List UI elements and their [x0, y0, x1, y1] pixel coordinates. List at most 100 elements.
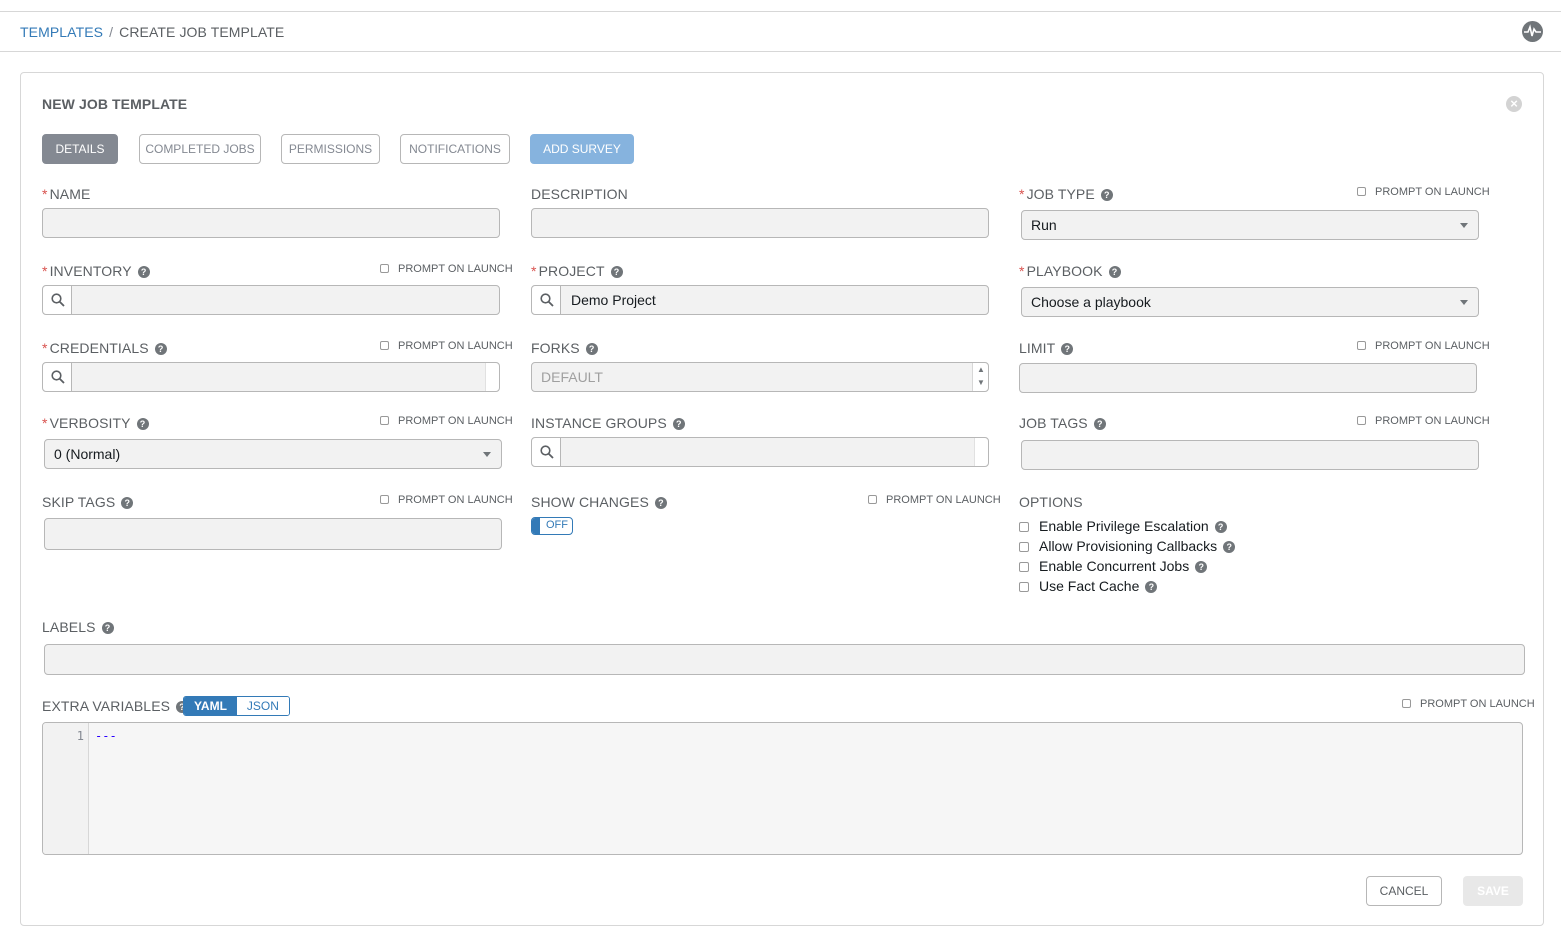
help-icon[interactable]: ? [101, 622, 114, 634]
forks-stepper[interactable]: ▲ ▼ [972, 363, 988, 391]
search-icon [540, 445, 554, 459]
credentials-prompt-on-launch[interactable]: PROMPT ON LAUNCH [380, 340, 513, 352]
checkbox-icon[interactable] [1357, 341, 1366, 350]
panel-title: NEW JOB TEMPLATE [42, 96, 188, 112]
job-template-form-panel: NEW JOB TEMPLATE × DETAILS COMPLETED JOB… [20, 72, 1544, 926]
option-privilege-escalation[interactable]: Enable Privilege Escalation? [1019, 518, 1227, 534]
help-icon[interactable]: ? [610, 266, 623, 278]
required-mark: * [42, 340, 48, 356]
help-icon[interactable]: ? [672, 418, 685, 430]
checkbox-icon[interactable] [868, 495, 877, 504]
help-icon[interactable]: ? [1145, 581, 1158, 593]
checkbox-icon[interactable] [380, 416, 389, 425]
search-button[interactable] [43, 363, 72, 391]
chevron-down-icon: ▼ [977, 378, 985, 387]
yaml-json-toggle[interactable]: YAML JSON [183, 696, 290, 716]
breadcrumb-templates-link[interactable]: TEMPLATES [20, 24, 103, 40]
add-survey-button[interactable]: ADD SURVEY [530, 134, 634, 164]
activity-stream-icon[interactable] [1522, 21, 1543, 42]
name-label: * NAME [42, 186, 91, 202]
toggle-state: OFF [546, 519, 568, 531]
forks-field[interactable]: DEFAULT [531, 362, 989, 392]
help-icon[interactable]: ? [1108, 266, 1121, 278]
checkbox-icon[interactable] [1357, 187, 1366, 196]
help-icon[interactable]: ? [1214, 521, 1227, 533]
required-mark: * [531, 263, 537, 279]
top-divider [0, 11, 1561, 12]
job-type-prompt-on-launch[interactable]: PROMPT ON LAUNCH [1357, 186, 1490, 198]
help-icon[interactable]: ? [154, 343, 167, 355]
limit-field[interactable] [1019, 363, 1477, 393]
option-provisioning-callbacks[interactable]: Allow Provisioning Callbacks? [1019, 538, 1236, 554]
option-concurrent-jobs[interactable]: Enable Concurrent Jobs? [1019, 558, 1208, 574]
inventory-prompt-on-launch[interactable]: PROMPT ON LAUNCH [380, 263, 513, 275]
help-icon[interactable]: ? [136, 418, 149, 430]
instance-groups-lookup[interactable] [531, 437, 989, 467]
help-icon[interactable]: ? [654, 497, 667, 509]
lookup-right-bar [485, 363, 499, 391]
help-icon[interactable]: ? [121, 497, 134, 509]
help-icon[interactable]: ? [1195, 561, 1208, 573]
checkbox-icon[interactable] [380, 495, 389, 504]
job-type-label: * JOB TYPE? [1019, 186, 1113, 202]
help-icon[interactable]: ? [1093, 418, 1106, 430]
tab-permissions[interactable]: PERMISSIONS [281, 134, 380, 164]
limit-prompt-on-launch[interactable]: PROMPT ON LAUNCH [1357, 340, 1490, 352]
description-field[interactable] [531, 208, 989, 238]
project-lookup[interactable]: Demo Project [531, 285, 989, 315]
limit-label: LIMIT? [1019, 340, 1074, 356]
search-icon [51, 370, 65, 384]
checkbox-icon[interactable] [1019, 562, 1029, 572]
toggle-knob [532, 518, 540, 534]
checkbox-icon[interactable] [1402, 699, 1411, 708]
options-label: OPTIONS [1019, 494, 1083, 510]
help-icon[interactable]: ? [1223, 541, 1236, 553]
checkbox-icon[interactable] [380, 264, 389, 273]
job-tags-prompt-on-launch[interactable]: PROMPT ON LAUNCH [1357, 415, 1490, 427]
credentials-label: * CREDENTIALS? [42, 340, 167, 356]
skip-tags-field[interactable] [44, 518, 502, 550]
tab-details[interactable]: DETAILS [42, 134, 118, 164]
save-button[interactable]: SAVE [1463, 876, 1523, 906]
show-changes-toggle[interactable]: OFF [531, 517, 573, 535]
help-icon[interactable]: ? [585, 343, 598, 355]
search-button[interactable] [43, 286, 72, 314]
json-mode-button[interactable]: JSON [236, 697, 289, 715]
help-icon[interactable]: ? [1100, 189, 1113, 201]
show-changes-prompt-on-launch[interactable]: PROMPT ON LAUNCH [868, 494, 1001, 506]
search-button[interactable] [532, 438, 561, 466]
tab-completed-jobs[interactable]: COMPLETED JOBS [139, 134, 261, 164]
option-fact-cache[interactable]: Use Fact Cache? [1019, 578, 1158, 594]
extra-variables-prompt-on-launch[interactable]: PROMPT ON LAUNCH [1402, 698, 1535, 710]
inventory-lookup[interactable] [42, 285, 500, 315]
checkbox-icon[interactable] [1019, 582, 1029, 592]
playbook-select[interactable]: Choose a playbook [1021, 287, 1479, 317]
credentials-lookup[interactable] [42, 362, 500, 392]
verbosity-prompt-on-launch[interactable]: PROMPT ON LAUNCH [380, 415, 513, 427]
forks-label: FORKS? [531, 340, 598, 356]
labels-field[interactable] [44, 644, 1525, 675]
skip-tags-prompt-on-launch[interactable]: PROMPT ON LAUNCH [380, 494, 513, 506]
checkbox-icon[interactable] [380, 341, 389, 350]
chevron-down-icon [1460, 223, 1468, 228]
yaml-mode-button[interactable]: YAML [184, 697, 237, 715]
name-field[interactable] [42, 208, 500, 238]
job-tags-field[interactable] [1021, 440, 1479, 470]
help-icon[interactable]: ? [1061, 343, 1074, 355]
help-icon[interactable]: ? [137, 266, 150, 278]
editor-code[interactable]: --- [95, 729, 117, 743]
breadcrumb-separator: / [109, 24, 114, 40]
required-mark: * [42, 415, 48, 431]
checkbox-icon[interactable] [1357, 416, 1366, 425]
search-button[interactable] [532, 286, 561, 314]
tab-notifications[interactable]: NOTIFICATIONS [400, 134, 510, 164]
close-icon[interactable]: × [1506, 96, 1522, 112]
checkbox-icon[interactable] [1019, 542, 1029, 552]
job-type-select[interactable]: Run [1021, 210, 1479, 240]
verbosity-select[interactable]: 0 (Normal) [44, 439, 502, 469]
line-number: 1 [76, 729, 84, 743]
instance-groups-label: INSTANCE GROUPS? [531, 415, 685, 431]
extra-variables-editor[interactable]: 1 --- [42, 722, 1523, 855]
checkbox-icon[interactable] [1019, 522, 1029, 532]
cancel-button[interactable]: CANCEL [1366, 876, 1442, 906]
